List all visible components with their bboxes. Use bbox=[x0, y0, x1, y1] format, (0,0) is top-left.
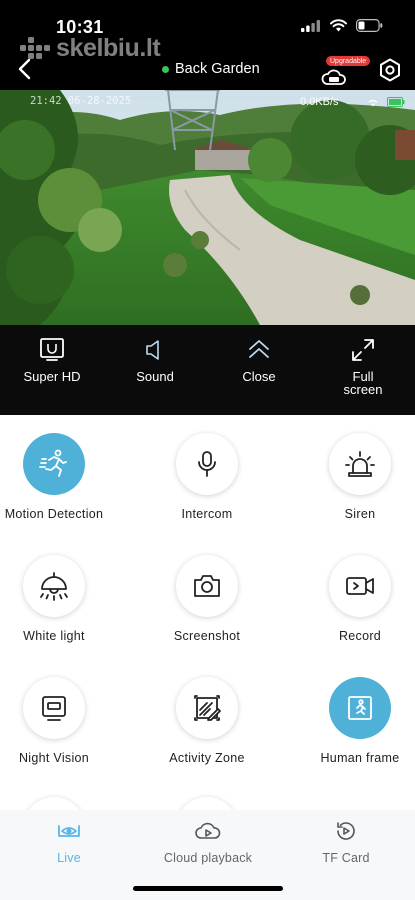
cloud-playback-icon bbox=[195, 822, 221, 839]
more-feature-circle-2 bbox=[176, 797, 238, 810]
running-man-icon bbox=[39, 449, 67, 477]
fullscreen-icon bbox=[352, 339, 374, 361]
activity-zone-circle bbox=[176, 677, 238, 739]
wifi-icon bbox=[330, 19, 347, 32]
night-vision-circle bbox=[23, 677, 85, 739]
intercom-label: Intercom bbox=[181, 507, 233, 521]
super-hd-label: Super HD bbox=[23, 369, 81, 384]
record-circle bbox=[329, 555, 391, 617]
video-timestamp: 21:42 06-28-2025 bbox=[30, 95, 132, 107]
motion-detection-label: Motion Detection bbox=[4, 507, 104, 521]
upgrade-badge: Upgradable bbox=[326, 56, 371, 66]
more-feature-circle-1 bbox=[23, 797, 85, 810]
tab-live[interactable]: Live bbox=[4, 820, 134, 865]
fullscreen-button[interactable]: Full screen bbox=[318, 337, 408, 396]
video-bitrate: 0.0KB/s bbox=[300, 96, 339, 108]
screenshot-circle bbox=[176, 555, 238, 617]
more-feature-button-1[interactable] bbox=[0, 797, 119, 810]
white-light-button[interactable]: White light bbox=[0, 555, 119, 646]
garden-scene-image bbox=[0, 90, 415, 325]
camera-name-label: Back Garden bbox=[175, 61, 260, 77]
sound-label: Sound bbox=[136, 369, 174, 384]
siren-button[interactable]: Siren bbox=[295, 433, 415, 524]
live-video-feed[interactable]: 21:42 06-28-2025 0.0KB/s bbox=[0, 90, 415, 325]
intercom-button[interactable]: Intercom bbox=[142, 433, 272, 524]
record-label: Record bbox=[338, 629, 382, 643]
white-light-label: White light bbox=[23, 629, 85, 643]
human-frame-label: Human frame bbox=[320, 751, 400, 765]
cloud-upgrade-button[interactable]: Upgradable bbox=[320, 56, 371, 88]
fullscreen-label: Full screen bbox=[343, 369, 383, 397]
intercom-circle bbox=[176, 433, 238, 495]
camera-icon bbox=[194, 575, 220, 597]
super-hd-button[interactable]: Super HD bbox=[7, 337, 97, 383]
human-frame-button[interactable]: Human frame bbox=[295, 677, 415, 768]
sound-button[interactable]: Sound bbox=[110, 337, 200, 383]
siren-label: Siren bbox=[344, 507, 376, 521]
video-control-bar: Super HD Sound Close Full screen bbox=[0, 325, 415, 415]
siren-circle bbox=[329, 433, 391, 495]
live-camera-icon bbox=[58, 825, 80, 837]
ceiling-lamp-icon bbox=[40, 572, 68, 601]
device-battery-icon bbox=[387, 97, 405, 107]
close-panel-button[interactable]: Close bbox=[214, 337, 304, 383]
human-frame-circle bbox=[329, 677, 391, 739]
night-vision-label: Night Vision bbox=[18, 751, 90, 765]
night-vision-button[interactable]: Night Vision bbox=[0, 677, 119, 768]
monitor-icon bbox=[42, 696, 66, 721]
feature-grid: Motion Detection Intercom Siren White li… bbox=[0, 415, 415, 810]
wifi-signal-icon bbox=[368, 99, 378, 107]
screenshot-button[interactable]: Screenshot bbox=[142, 555, 272, 646]
nav-bar: Back Garden Upgradable bbox=[0, 48, 415, 90]
activity-zone-button[interactable]: Activity Zone bbox=[142, 677, 272, 768]
white-light-circle bbox=[23, 555, 85, 617]
more-feature-button-2[interactable] bbox=[142, 797, 272, 810]
cellular-signal-icon bbox=[301, 19, 320, 32]
super-hd-icon bbox=[40, 338, 64, 361]
online-status-dot bbox=[162, 65, 169, 73]
video-record-icon bbox=[346, 577, 374, 595]
chevron-double-up-icon bbox=[249, 340, 269, 358]
tab-live-label: Live bbox=[57, 851, 81, 865]
camera-name: Back Garden bbox=[162, 61, 260, 77]
tab-tf-card-label: TF Card bbox=[322, 851, 370, 865]
status-icons bbox=[301, 19, 383, 32]
tab-tf-card[interactable]: TF Card bbox=[281, 820, 411, 865]
tf-card-icon bbox=[337, 822, 355, 840]
crop-zone-icon bbox=[194, 695, 221, 721]
microphone-icon bbox=[198, 451, 216, 477]
close-label: Close bbox=[242, 369, 276, 384]
activity-zone-label: Activity Zone bbox=[169, 751, 245, 765]
speaker-muted-icon bbox=[146, 340, 159, 360]
home-indicator[interactable] bbox=[133, 886, 283, 891]
battery-icon bbox=[356, 19, 383, 32]
motion-detection-circle bbox=[23, 433, 85, 495]
tab-cloud-playback-label: Cloud playback bbox=[163, 851, 253, 865]
human-frame-icon bbox=[348, 696, 372, 720]
siren-icon bbox=[345, 451, 375, 477]
record-button[interactable]: Record bbox=[295, 555, 415, 646]
screenshot-label: Screenshot bbox=[173, 629, 241, 643]
settings-gear-icon[interactable] bbox=[378, 58, 402, 82]
cloud-storage-icon bbox=[321, 69, 346, 85]
back-arrow-icon[interactable] bbox=[14, 56, 36, 82]
motion-detection-button[interactable]: Motion Detection bbox=[0, 433, 119, 524]
video-osd-icons bbox=[367, 97, 405, 107]
tab-cloud-playback[interactable]: Cloud playback bbox=[143, 820, 273, 865]
